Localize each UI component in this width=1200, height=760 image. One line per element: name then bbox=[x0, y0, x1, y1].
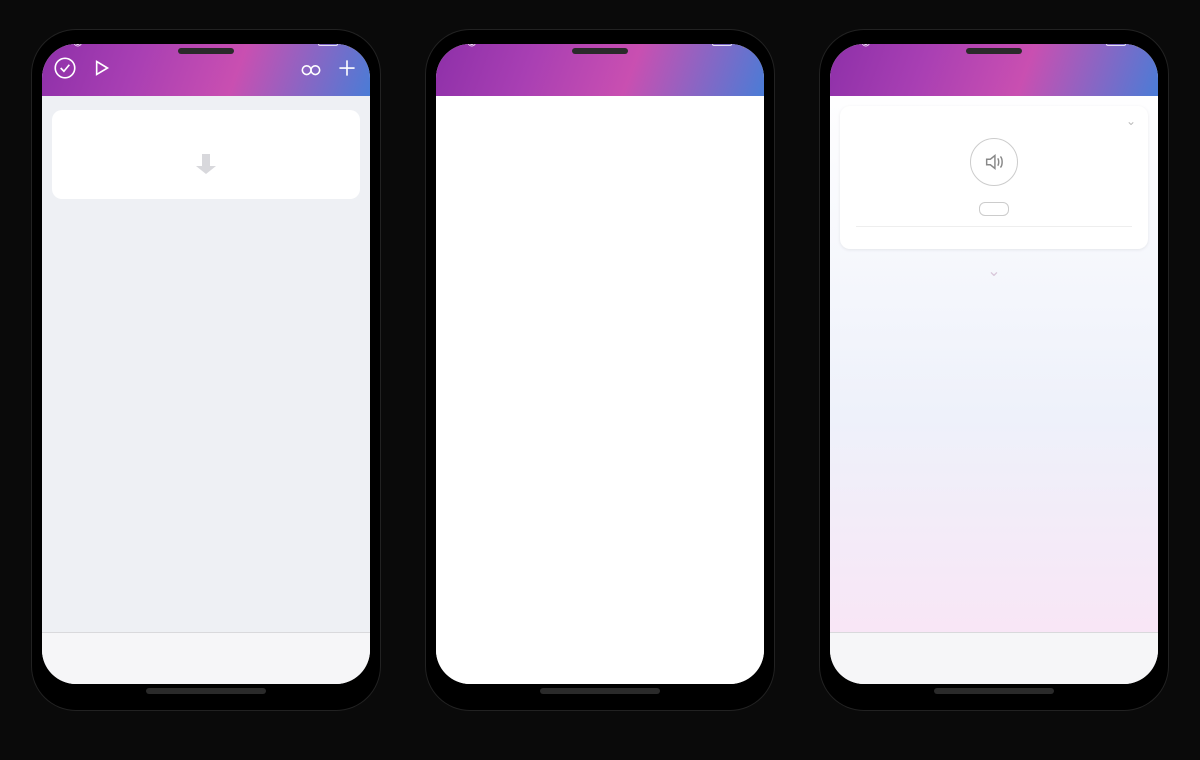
study-card bbox=[52, 110, 360, 199]
play-icon[interactable] bbox=[88, 55, 114, 81]
nav-row bbox=[830, 48, 1158, 88]
signal-icon bbox=[446, 44, 459, 46]
chevron-down-icon[interactable]: ⌄ bbox=[1126, 114, 1136, 128]
nav-row bbox=[436, 48, 764, 88]
speaker-button[interactable] bbox=[970, 138, 1018, 186]
screen-3: ◉ ⚡ ⌄ bbox=[830, 44, 1158, 684]
charging-icon: ⚡ bbox=[740, 44, 754, 48]
phone-1: ◉ ⚡ bbox=[32, 30, 380, 710]
phone-2: ◉ ⚡ bbox=[426, 30, 774, 710]
wifi-icon: ◉ bbox=[467, 44, 477, 48]
signal-icon bbox=[840, 44, 853, 46]
nav-row bbox=[42, 48, 370, 88]
speaker bbox=[966, 48, 1022, 54]
charging-icon: ⚡ bbox=[346, 44, 360, 48]
home-indicator bbox=[540, 688, 660, 694]
word-card: ⌄ bbox=[840, 106, 1148, 249]
speaker bbox=[572, 48, 628, 54]
content bbox=[436, 96, 764, 684]
arrow-down-icon: ⌄ bbox=[830, 261, 1158, 281]
wifi-icon: ◉ bbox=[73, 44, 83, 48]
screen-1: ◉ ⚡ bbox=[42, 44, 370, 684]
card-tabs bbox=[856, 226, 1132, 237]
battery-icon bbox=[1106, 44, 1130, 46]
tab-bar bbox=[830, 632, 1158, 684]
plus-icon[interactable] bbox=[334, 55, 360, 81]
charging-icon: ⚡ bbox=[1134, 44, 1148, 48]
wifi-icon: ◉ bbox=[861, 44, 871, 48]
battery-icon bbox=[712, 44, 736, 46]
home-indicator bbox=[146, 688, 266, 694]
check-circle-icon[interactable] bbox=[52, 55, 78, 81]
screen-2: ◉ ⚡ bbox=[436, 44, 764, 684]
more-example-button[interactable] bbox=[979, 202, 1009, 216]
speaker bbox=[178, 48, 234, 54]
battery-icon bbox=[318, 44, 342, 46]
signal-icon bbox=[52, 44, 65, 46]
arrow-down-icon bbox=[60, 152, 352, 181]
tab-bar bbox=[42, 632, 370, 684]
home-indicator bbox=[934, 688, 1054, 694]
phone-3: ◉ ⚡ ⌄ bbox=[820, 30, 1168, 710]
content: ⌄ ⌄ bbox=[830, 96, 1158, 632]
content bbox=[42, 96, 370, 632]
glasses-icon[interactable] bbox=[298, 55, 324, 81]
